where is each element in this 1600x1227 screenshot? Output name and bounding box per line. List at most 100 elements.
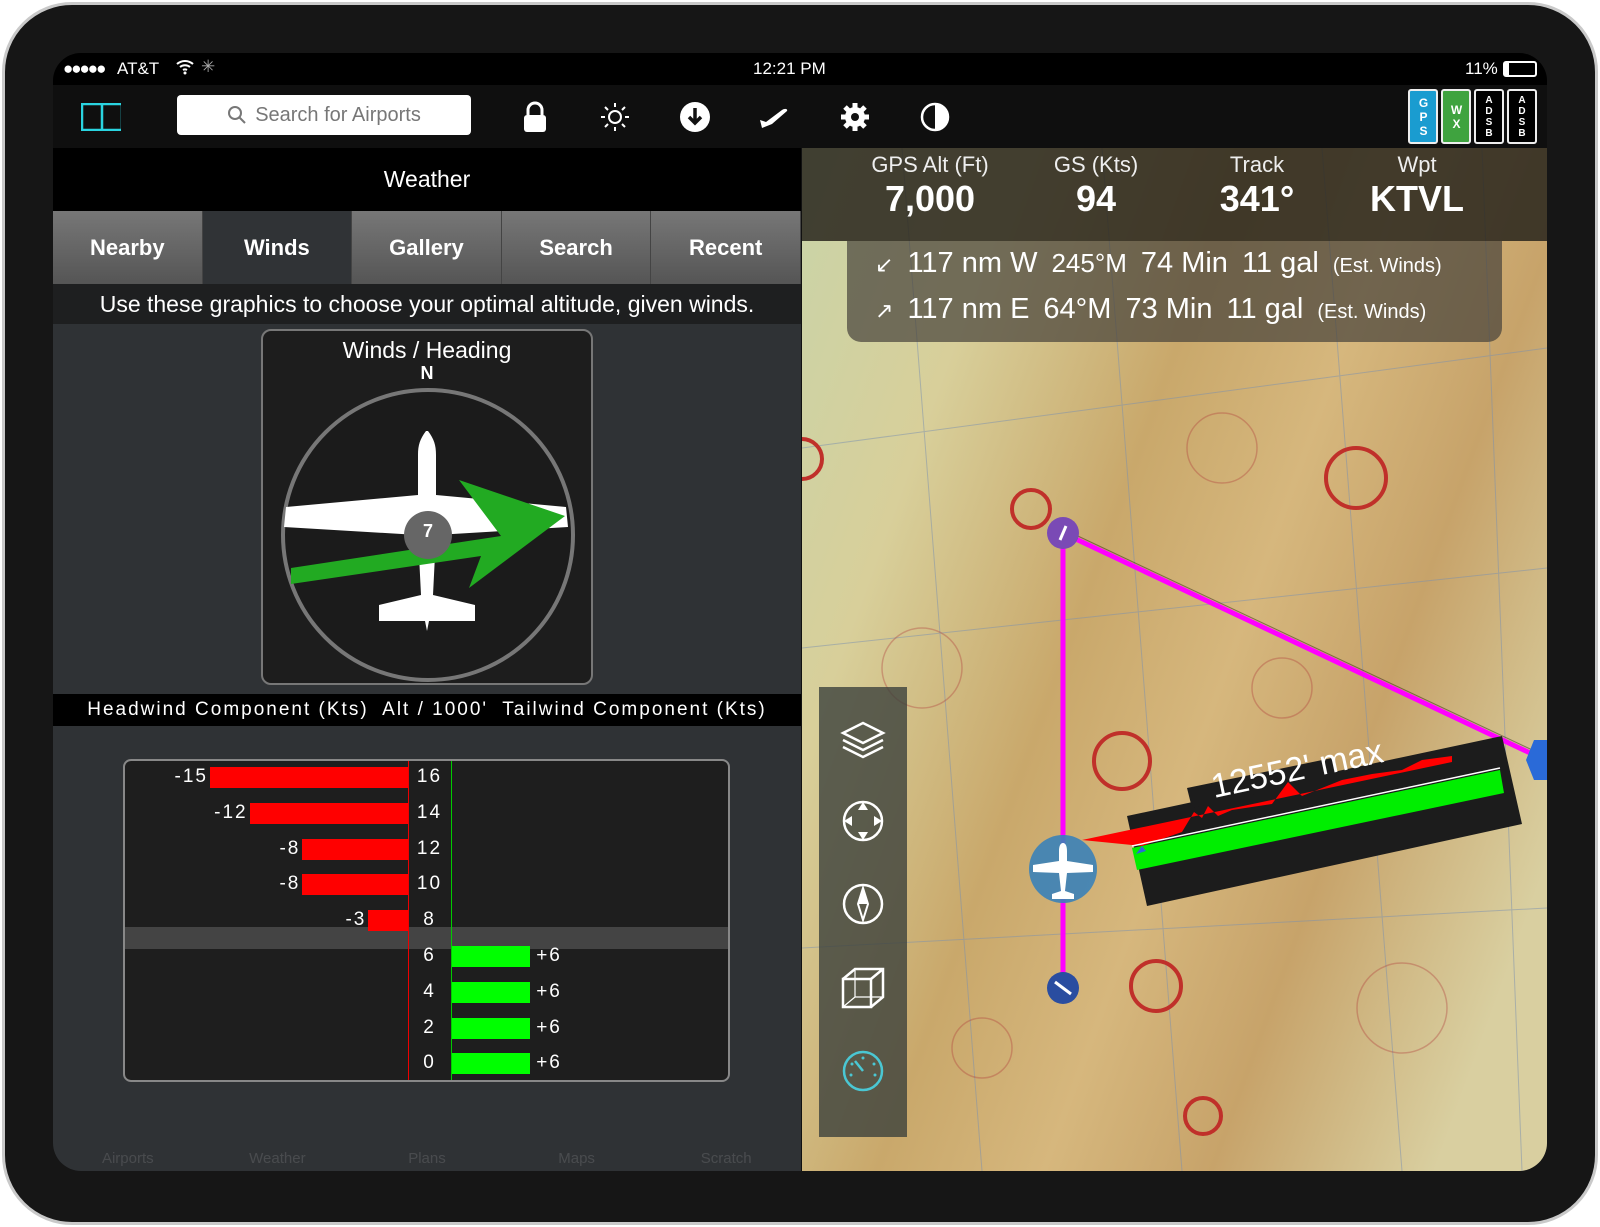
gps-alt-label: GPS Alt (Ft) xyxy=(871,152,989,177)
tailwind-value-label: +6 xyxy=(536,945,562,966)
tab-gallery[interactable]: Gallery xyxy=(352,211,502,284)
layers-icon[interactable] xyxy=(839,715,887,763)
track-value: 341° xyxy=(1219,178,1295,219)
weather-tabs: Nearby Winds Gallery Search Recent xyxy=(53,211,801,284)
gs-label: GS (Kts) xyxy=(1053,152,1139,177)
leg-fuel: 11 gal xyxy=(1241,247,1319,279)
bottom-tab-airports[interactable]: Airports xyxy=(53,1108,203,1171)
tailwind-bar xyxy=(451,1017,531,1039)
headwind-value-label: -8 xyxy=(279,837,301,859)
instrument-data-bar: GPS Alt (Ft) 7,000 GS (Kts) 94 Track 341° W… xyxy=(802,148,1547,241)
wx-label: WX xyxy=(1449,102,1464,131)
adsb-badge-2[interactable]: ADSB xyxy=(1507,89,1537,144)
sectional-map[interactable]: 12552' max GPS Alt (Ft) 7,000 GS (Kts) 94 … xyxy=(802,148,1547,1171)
destination-marker xyxy=(1526,740,1547,780)
headwind-value-label: -15 xyxy=(174,766,208,787)
download-icon[interactable] xyxy=(675,97,715,137)
wpt-label: Wpt xyxy=(1397,152,1437,177)
wpt-value: KTVL xyxy=(1370,178,1464,219)
headwind-axis-line xyxy=(408,761,409,1080)
headwind-bar xyxy=(368,910,408,932)
gps-alt-value: 7,000 xyxy=(884,178,976,219)
track-readout: Track 341° xyxy=(1167,152,1347,220)
gps-badge[interactable]: GPS xyxy=(1408,89,1438,144)
gear-icon[interactable] xyxy=(835,97,875,137)
headwind-bar xyxy=(302,874,408,896)
wx-badge[interactable]: WX xyxy=(1441,89,1471,144)
screen: ●●●●● AT&T ✳ 12:21 PM 11% Search for Air… xyxy=(53,53,1547,1171)
search-input[interactable]: Search for Airports xyxy=(177,95,471,135)
track-label: Track xyxy=(1229,152,1285,177)
adsb-badge[interactable]: ADSB xyxy=(1474,89,1504,144)
tailwind-bar xyxy=(451,1053,531,1075)
adsb-label-2: ADSB xyxy=(1516,94,1528,139)
leg-note: (Est. Winds) xyxy=(1317,301,1427,323)
carrier: AT&T xyxy=(117,59,160,78)
3d-view-icon[interactable] xyxy=(839,965,887,1013)
weather-panel: Weather Nearby Winds Gallery Search Rece… xyxy=(53,148,801,1171)
status-bar: ●●●●● AT&T ✳ 12:21 PM 11% xyxy=(53,53,1547,85)
leg-course: 245°M xyxy=(1051,248,1127,278)
gauge-icon[interactable] xyxy=(839,1047,887,1095)
leg-time: 74 Min xyxy=(1140,247,1228,279)
center-icon[interactable] xyxy=(839,797,887,845)
leg-course: 64°M xyxy=(1043,293,1112,325)
gs-value: 94 xyxy=(1075,178,1117,219)
wind-speed-label: 7 xyxy=(422,521,433,541)
tailwind-value-label: +6 xyxy=(536,1052,562,1074)
headwind-value-label: -8 xyxy=(279,873,301,895)
altitude-tick-label: 2 xyxy=(423,1016,436,1038)
wind-component-chart: 16 -15 14 -12 12 -8 10 -8 8 -3 6 +6 4 +6 2 +6 0 +6 xyxy=(123,759,730,1082)
altitude-tick-label: 12 xyxy=(416,837,443,859)
bottom-tab-weather[interactable]: Weather xyxy=(203,1108,353,1171)
wifi-icon xyxy=(175,57,195,80)
clock: 12:21 PM xyxy=(753,59,826,78)
altitude-tick-label: 10 xyxy=(416,873,443,895)
bottom-tab-bar: Airports Weather Plans Maps Scratch xyxy=(53,1108,801,1171)
leg-row-west: ↙ 117 nm W 245°M 74 Min 11 gal (Est. Winds) xyxy=(875,247,1442,280)
battery-icon xyxy=(1503,61,1537,77)
headwind-bar xyxy=(302,838,408,860)
compass-dial xyxy=(281,388,575,682)
tab-winds[interactable]: Winds xyxy=(202,211,353,284)
gps-label: GPS xyxy=(1416,95,1431,138)
tailwind-bar xyxy=(451,946,531,967)
tailwind-bar xyxy=(451,981,531,1003)
leg-row-east: ↗ 117 nm E 64°M 73 Min 11 gal (Est. Winds) xyxy=(875,293,1426,326)
instruction-text: Use these graphics to choose your optima… xyxy=(53,284,801,324)
tailwind-axis-line xyxy=(451,761,452,1080)
altitude-tick-label: 16 xyxy=(416,766,443,787)
search-icon xyxy=(228,106,246,124)
north-up-icon[interactable] xyxy=(839,880,887,928)
brightness-icon[interactable] xyxy=(595,97,635,137)
tab-recent[interactable]: Recent xyxy=(651,211,801,284)
battery-percent: 11% xyxy=(1465,59,1498,78)
leg-info-box: ↙ 117 nm W 245°M 74 Min 11 gal (Est. Winds) ↗… xyxy=(847,241,1502,342)
airplane-icon[interactable] xyxy=(755,97,795,137)
search-placeholder: Search for Airports xyxy=(255,103,421,126)
bottom-tab-scratch[interactable]: Scratch xyxy=(651,1108,801,1171)
altitude-tick-label: 0 xyxy=(423,1052,436,1074)
altitude-tick-label: 6 xyxy=(423,945,436,966)
altitude-tick-label: 14 xyxy=(416,801,443,823)
tailwind-value-label: +6 xyxy=(536,1016,562,1038)
leg-distance: 117 nm E xyxy=(907,293,1030,325)
map-sidebar xyxy=(819,687,907,1137)
altitude-tick-label: 4 xyxy=(423,980,436,1002)
winds-heading-graphic: Winds / Heading N 7 xyxy=(261,329,593,685)
tab-search[interactable]: Search xyxy=(501,211,652,284)
bottom-tab-maps[interactable]: Maps xyxy=(502,1108,652,1171)
arrow-icon: ↗ xyxy=(875,298,894,323)
arrow-icon: ↙ xyxy=(875,252,894,277)
bottom-tab-plans[interactable]: Plans xyxy=(352,1108,502,1171)
tab-nearby[interactable]: Nearby xyxy=(53,211,203,284)
gps-alt-readout: GPS Alt (Ft) 7,000 xyxy=(840,152,1020,220)
headwind-value-label: -12 xyxy=(214,801,248,823)
leg-time: 73 Min xyxy=(1125,293,1213,325)
signal-dots: ●●●●● xyxy=(63,59,106,78)
contrast-icon[interactable] xyxy=(915,97,955,137)
lock-icon[interactable] xyxy=(515,97,555,137)
panel-title: Weather xyxy=(53,148,801,211)
split-view-icon[interactable] xyxy=(81,97,121,137)
tailwind-value-label: +6 xyxy=(536,980,562,1002)
